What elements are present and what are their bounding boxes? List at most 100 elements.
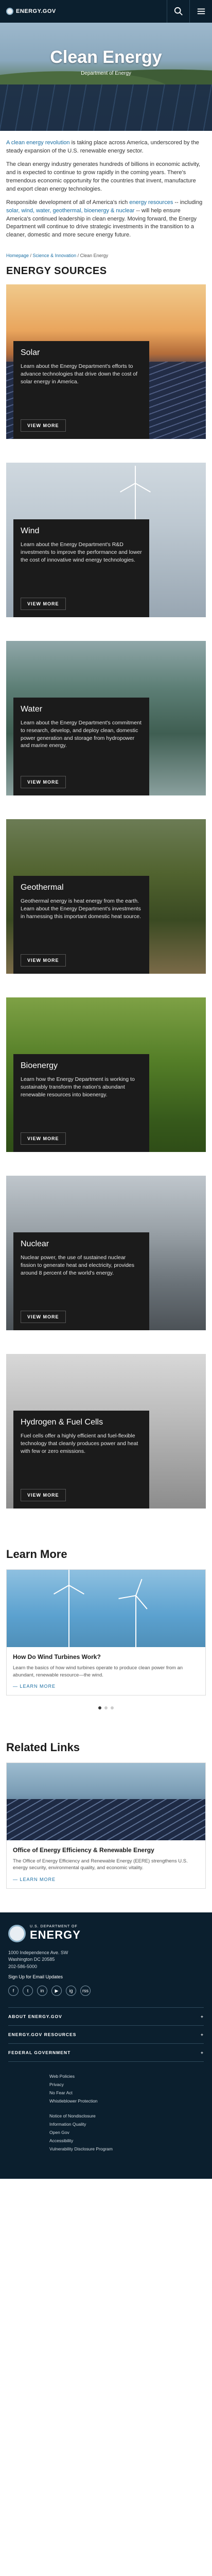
footer-link[interactable]: Notice of Nondisclosure	[49, 2112, 204, 2120]
view-more-button[interactable]: VIEW MORE	[21, 1311, 66, 1324]
energy-card-water[interactable]: Water Learn about the Energy Department'…	[6, 641, 206, 796]
card-panel: Water Learn about the Energy Department'…	[13, 698, 149, 796]
footer-logo-text: U.S. DEPARTMENT OF ENERGY	[30, 1925, 81, 1942]
view-more-button[interactable]: VIEW MORE	[21, 598, 66, 611]
intro-text: A clean energy revolution is taking plac…	[0, 131, 212, 250]
energy-card-geothermal[interactable]: Geothermal Geothermal energy is heat ene…	[6, 819, 206, 974]
footer-policy-links: Web Policies Privacy No Fear Act Whistle…	[8, 2061, 204, 2163]
hero-banner: Clean Energy Department of Energy	[0, 23, 212, 131]
related-link-title: Office of Energy Efficiency & Renewable …	[13, 1846, 154, 1854]
view-more-button[interactable]: VIEW MORE	[21, 419, 66, 432]
carousel-dot[interactable]	[104, 1706, 108, 1709]
footer-section-about[interactable]: ABOUT ENERGY.GOV +	[8, 2007, 204, 2025]
footer-link[interactable]: No Fear Act	[49, 2089, 204, 2097]
card-panel: Wind Learn about the Energy Department's…	[13, 519, 149, 618]
energy-types-link[interactable]: solar, wind, water, geothermal, bioenerg…	[6, 208, 134, 214]
footer-link[interactable]: Open Gov	[49, 2128, 204, 2137]
clean-energy-revolution-link[interactable]: A clean energy revolution	[6, 140, 70, 146]
card-title: Wind	[21, 527, 40, 536]
view-more-button[interactable]: VIEW MORE	[21, 776, 66, 789]
learn-more-card-text: Learn the basics of how wind turbines op…	[13, 1665, 183, 1678]
card-title: Bioenergy	[21, 1061, 58, 1071]
phone-number[interactable]: 202-586-5000	[8, 1963, 204, 1971]
site-header: ENERGY.GOV	[0, 0, 212, 23]
card-panel: Geothermal Geothermal energy is heat ene…	[13, 876, 149, 974]
logo-text: ENERGY.GOV	[16, 8, 56, 14]
footer-section-resources[interactable]: ENERGY.GOV RESOURCES +	[8, 2025, 204, 2043]
instagram-icon[interactable]: ig	[66, 1986, 76, 1996]
wind-turbines-image	[7, 1570, 205, 1648]
card-description: Learn how the Energy Department is worki…	[21, 1076, 135, 1098]
energy-card-bioenergy[interactable]: Bioenergy Learn how the Energy Departmen…	[6, 997, 206, 1153]
breadcrumb: Homepage / Science & Innovation / Clean …	[0, 250, 212, 265]
related-learn-more-link[interactable]: — LEARN MORE	[13, 1877, 199, 1882]
related-links-heading: Related Links	[6, 1740, 80, 1754]
site-footer: U.S. DEPARTMENT OF ENERGY 1000 Independe…	[0, 1912, 212, 2179]
breadcrumb-parent[interactable]: Science & Innovation	[33, 253, 77, 258]
footer-logo[interactable]: U.S. DEPARTMENT OF ENERGY	[8, 1924, 204, 1942]
youtube-icon[interactable]: ▶	[51, 1986, 62, 1996]
card-title: Solar	[21, 348, 40, 358]
card-description: Nuclear power, the use of sustained nucl…	[21, 1255, 135, 1276]
facebook-icon[interactable]: f	[8, 1986, 19, 1996]
footer-link[interactable]: Web Policies	[49, 2072, 204, 2080]
related-link-card[interactable]: Office of Energy Efficiency & Renewable …	[6, 1762, 206, 1889]
doe-seal-icon	[6, 8, 13, 15]
footer-link[interactable]: Vulnerability Disclosure Program	[49, 2145, 204, 2153]
search-icon	[174, 7, 183, 15]
card-title: Water	[21, 705, 43, 714]
carousel-dot[interactable]	[98, 1706, 101, 1709]
footer-link[interactable]: Whistleblower Protection	[49, 2097, 204, 2105]
card-panel: Hydrogen & Fuel Cells Fuel cells offer a…	[13, 1411, 149, 1509]
energy-resources-link[interactable]: energy resources	[129, 199, 173, 206]
intro-p3-text-a: Responsible development of all of Americ…	[6, 199, 130, 206]
card-description: Fuel cells offer a highly efficient and …	[21, 1433, 138, 1454]
footer-link[interactable]: Privacy	[49, 2080, 204, 2089]
hero-text: Clean Energy Department of Energy	[0, 47, 212, 76]
site-logo[interactable]: ENERGY.GOV	[6, 8, 56, 15]
twitter-icon[interactable]: t	[23, 1986, 33, 1996]
energy-sources-list: Solar Learn about the Energy Department'…	[0, 284, 212, 1509]
related-link-card-body: Office of Energy Efficiency & Renewable …	[7, 1840, 205, 1888]
email-signup-link[interactable]: Sign Up for Email Updates	[8, 1974, 204, 1979]
learn-more-link[interactable]: — LEARN MORE	[13, 1684, 199, 1689]
card-title: Hydrogen & Fuel Cells	[21, 1418, 103, 1427]
view-more-button[interactable]: VIEW MORE	[21, 1132, 66, 1145]
card-title: Nuclear	[21, 1240, 49, 1249]
energy-card-hydrogen[interactable]: Hydrogen & Fuel Cells Fuel cells offer a…	[6, 1354, 206, 1509]
footer-section-label: FEDERAL GOVERNMENT	[8, 2050, 71, 2055]
footer-link[interactable]: Information Quality	[49, 2120, 204, 2128]
view-more-button[interactable]: VIEW MORE	[21, 1489, 66, 1502]
menu-button[interactable]	[189, 0, 212, 23]
linkedin-icon[interactable]: in	[37, 1986, 47, 1996]
search-button[interactable]	[167, 0, 189, 23]
energy-card-nuclear[interactable]: Nuclear Nuclear power, the use of sustai…	[6, 1176, 206, 1331]
learn-more-card[interactable]: How Do Wind Turbines Work? Learn the bas…	[6, 1569, 206, 1696]
card-panel: Bioenergy Learn how the Energy Departmen…	[13, 1054, 149, 1153]
breadcrumb-separator: /	[76, 253, 80, 259]
card-description: Learn about the Energy Department's comm…	[21, 720, 142, 749]
plus-icon: +	[201, 2050, 204, 2055]
footer-section-federal[interactable]: FEDERAL GOVERNMENT +	[8, 2043, 204, 2061]
footer-section-label: ABOUT ENERGY.GOV	[8, 2014, 62, 2019]
carousel-dot[interactable]	[111, 1706, 114, 1709]
page-title: Clean Energy	[50, 47, 162, 67]
card-description: Geothermal energy is heat energy from th…	[21, 898, 142, 920]
solar-array-image	[7, 1762, 205, 1840]
learn-more-card-title: How Do Wind Turbines Work?	[13, 1653, 101, 1661]
related-links-section: Related Links Office of Energy Efficienc…	[0, 1720, 212, 1897]
plus-icon: +	[201, 2032, 204, 2037]
energy-card-solar[interactable]: Solar Learn about the Energy Department'…	[6, 284, 206, 439]
intro-p3-text-b: -- including	[173, 199, 203, 206]
breadcrumb-home[interactable]: Homepage	[6, 253, 29, 258]
header-actions	[167, 0, 212, 23]
view-more-button[interactable]: VIEW MORE	[21, 954, 66, 967]
rss-icon[interactable]: rss	[80, 1986, 91, 1996]
learn-more-card-body: How Do Wind Turbines Work? Learn the bas…	[7, 1647, 205, 1695]
breadcrumb-current: Clean Energy	[80, 253, 109, 259]
hamburger-menu-icon	[197, 8, 205, 14]
energy-card-wind[interactable]: Wind Learn about the Energy Department's…	[6, 463, 206, 618]
footer-section-label: ENERGY.GOV RESOURCES	[8, 2032, 77, 2037]
card-title: Geothermal	[21, 883, 64, 892]
footer-link[interactable]: Accessibility	[49, 2137, 204, 2145]
